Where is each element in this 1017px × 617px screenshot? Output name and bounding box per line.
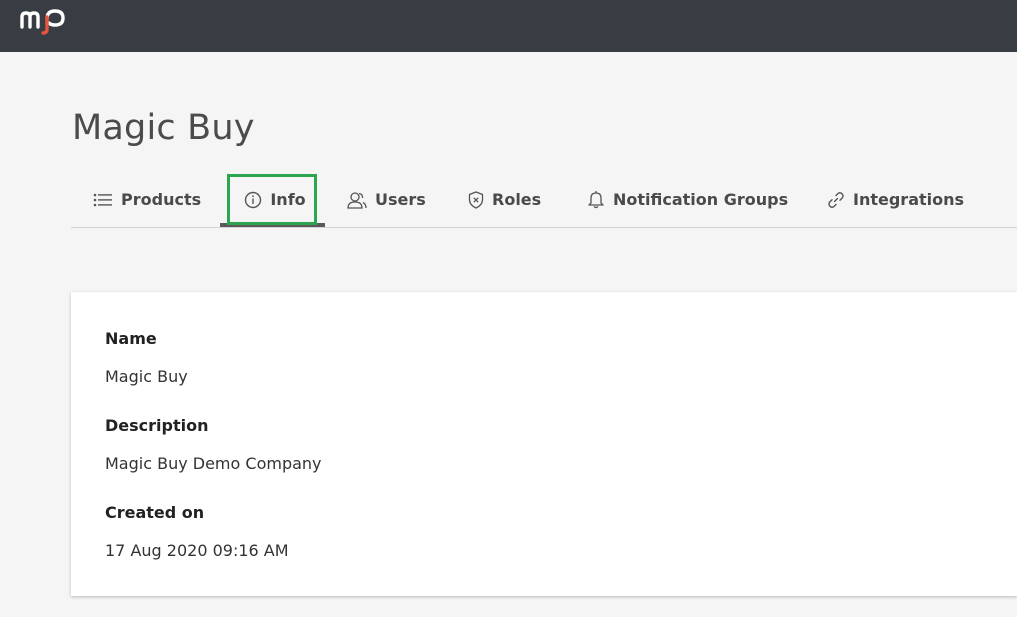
tab-label: Products <box>121 190 202 209</box>
field-value-created-on: 17 Aug 2020 09:16 AM <box>105 541 289 560</box>
tab-integrations[interactable]: Integrations <box>827 172 964 227</box>
page-title: Magic Buy <box>72 108 255 148</box>
users-icon <box>347 191 367 209</box>
tab-users[interactable]: Users <box>347 172 426 227</box>
top-navbar <box>0 0 1017 52</box>
tab-notification-groups[interactable]: Notification Groups <box>587 172 788 227</box>
field-label-description: Description <box>105 416 209 435</box>
tab-label: Users <box>375 190 426 209</box>
tab-products[interactable]: Products <box>93 172 201 227</box>
app-logo[interactable] <box>20 5 72 35</box>
link-icon <box>828 191 844 208</box>
field-label-created-on: Created on <box>105 503 205 522</box>
tab-label: Integrations <box>853 190 965 209</box>
field-value-name: Magic Buy <box>105 367 188 386</box>
tab-bar: Products Info Users Roles Notification G… <box>71 172 1017 228</box>
info-card: Name Magic Buy Description Magic Buy Dem… <box>71 292 1017 596</box>
list-icon <box>93 193 112 206</box>
highlight-box <box>227 174 317 225</box>
shield-icon <box>468 190 484 209</box>
tab-label: Roles <box>492 190 542 209</box>
field-label-name: Name <box>105 329 157 348</box>
bell-icon <box>588 191 604 209</box>
field-value-description: Magic Buy Demo Company <box>105 454 322 473</box>
tab-roles[interactable]: Roles <box>468 172 541 227</box>
tab-label: Notification Groups <box>613 190 789 209</box>
